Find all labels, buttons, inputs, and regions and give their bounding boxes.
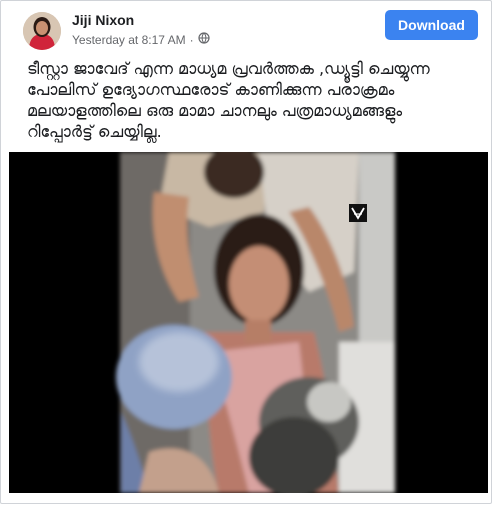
globe-icon[interactable] [198,32,210,47]
author-name[interactable]: Jiji Nixon [72,12,134,28]
facebook-post-card: Jiji Nixon Yesterday at 8:17 AM · Downlo… [0,0,494,506]
video-frame [9,152,488,493]
meta-separator: · [189,32,194,47]
download-button[interactable]: Download [385,10,478,40]
avatar-photo [23,12,61,50]
video-player[interactable] [9,152,488,493]
post-text-line: ടീസ്റ്റാ ജാവേദ് എന്ന മാധ്യമ പ്രവർത്തക ,ഡ… [27,59,430,78]
post-meta: Yesterday at 8:17 AM · [72,32,210,47]
post-timestamp[interactable]: Yesterday at 8:17 AM [72,33,186,47]
post-text-line: മലയാളത്തിലെ ഒരു മാമാ ചാനലും പത്രമാധ്യമങ്… [27,101,403,120]
post-text-line: പോലിസ് ഉദ്യോഗസ്ഥരോട് കാണിക്കുന്ന പരാക്രമ… [27,80,395,99]
post-text-line: റിപ്പോർട്ട് ചെയ്യില്ല. [27,122,162,141]
news-watermark-icon [349,204,367,222]
post-text: ടീസ്റ്റാ ജാവേദ് എന്ന മാധ്യമ പ്രവർത്തക ,ഡ… [27,58,472,142]
author-avatar[interactable] [23,12,61,50]
